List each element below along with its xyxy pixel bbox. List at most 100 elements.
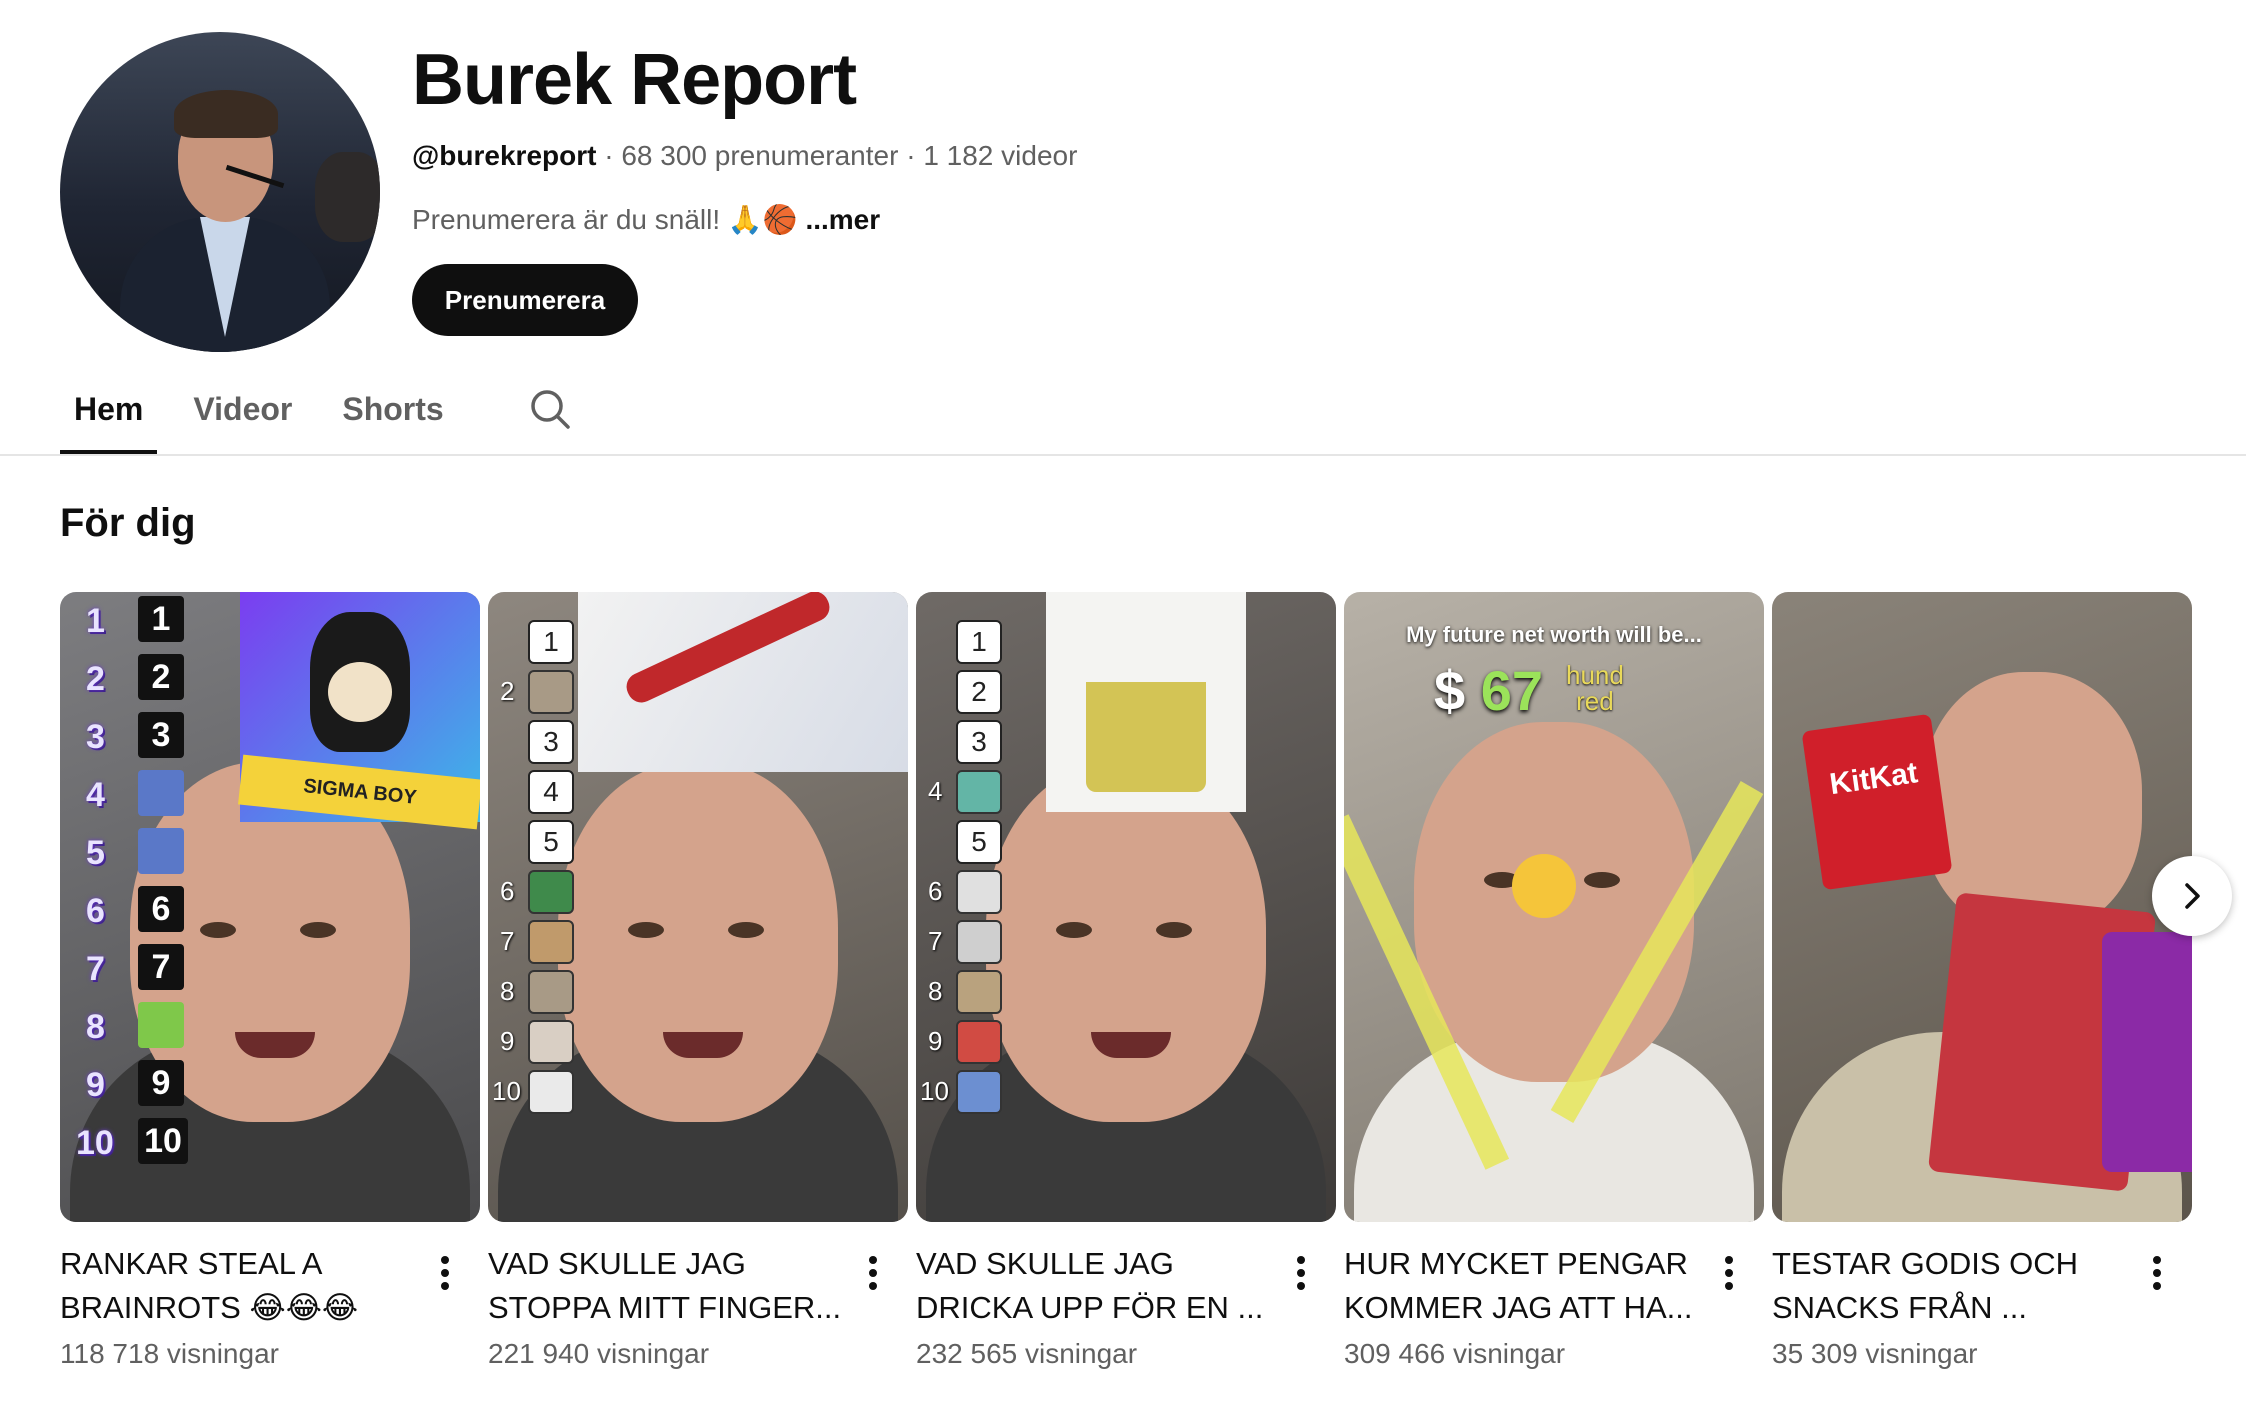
rank-box: 9 (138, 1060, 184, 1106)
cup-liquid (1086, 682, 1206, 792)
short-thumbnail[interactable]: 1 2 3 4 5 6 7 8 9 10 (916, 592, 1336, 1222)
short-title[interactable]: VAD SKULLE JAG DRICKA UPP FÖR EN ... (916, 1242, 1276, 1330)
short-title[interactable]: VAD SKULLE JAG STOPPA MITT FINGER... (488, 1242, 848, 1330)
short-thumbnail[interactable]: SIGMA BOY 1 2 3 4 5 6 7 8 9 10 1 2 3 6 7 (60, 592, 480, 1222)
short-info: TESTAR GODIS OCH SNACKS FRÅN ... 35 309 … (1772, 1242, 2192, 1372)
clamp-tool (621, 592, 835, 708)
more-vert-icon[interactable] (2142, 1248, 2172, 1298)
snack-bag (2102, 932, 2192, 1172)
thumb-eye (628, 922, 664, 938)
short-views: 232 565 visningar (916, 1338, 1138, 1369)
rank-box: 10 (138, 1118, 188, 1164)
short-title[interactable]: TESTAR GODIS OCH SNACKS FRÅN ... (1772, 1242, 2132, 1330)
tab-home[interactable]: Hem (60, 380, 158, 454)
rank-box: 3 (528, 720, 574, 764)
short-card[interactable]: SIGMA BOY 1 2 3 4 5 6 7 8 9 10 1 2 3 6 7 (60, 592, 480, 1372)
rank-image (528, 1070, 574, 1114)
thumb-unit-bottom: red (1576, 686, 1614, 716)
meta-separator: · (596, 140, 622, 171)
rank-image (956, 770, 1002, 814)
more-vert-icon[interactable] (858, 1248, 888, 1298)
thumb-eye (1156, 922, 1192, 938)
thumb-eye (1056, 922, 1092, 938)
subscribe-button[interactable]: Prenumerera (412, 264, 638, 336)
rank-number: 7 (928, 926, 943, 956)
rank-image (956, 1070, 1002, 1114)
short-info: VAD SKULLE JAG STOPPA MITT FINGER... 221… (488, 1242, 908, 1372)
rank-box: 4 (528, 770, 574, 814)
rank-box: 3 (138, 712, 184, 758)
short-title[interactable]: HUR MYCKET PENGAR KOMMER JAG ATT HA... (1344, 1242, 1704, 1330)
more-vert-icon[interactable] (1714, 1248, 1744, 1298)
channel-handle: @burekreport (412, 140, 597, 171)
thumb-face (558, 762, 838, 1122)
short-card[interactable]: KitKat TESTAR GODIS OCH SNACKS FRÅN ... … (1772, 592, 2192, 1372)
rank-image (956, 870, 1002, 914)
rank-image (528, 920, 574, 964)
sigma-banner: SIGMA BOY (238, 754, 480, 830)
rank-image (528, 670, 574, 714)
more-vert-icon[interactable] (1286, 1248, 1316, 1298)
shelf-next-button[interactable] (2152, 856, 2232, 936)
rank-number: 1 (86, 602, 105, 640)
tab-shorts[interactable]: Shorts (328, 380, 457, 454)
tab-videos[interactable]: Videor (179, 380, 306, 454)
rank-number: 9 (500, 1026, 515, 1056)
section-title: För dig (60, 501, 196, 545)
meta-separator: · (898, 140, 924, 171)
rank-number: 8 (928, 976, 943, 1006)
search-icon[interactable] (520, 379, 580, 439)
thumb-face (986, 762, 1266, 1122)
short-card[interactable]: 1 2 3 4 5 6 7 8 9 10 VAD SKULLE JAG STOP… (488, 592, 908, 1372)
short-thumbnail[interactable]: 1 2 3 4 5 6 7 8 9 10 (488, 592, 908, 1222)
rank-image (528, 970, 574, 1014)
short-thumbnail[interactable]: KitKat (1772, 592, 2192, 1222)
rank-image (528, 870, 574, 914)
rank-image (528, 1020, 574, 1064)
thumb-eye (300, 922, 336, 938)
thumb-eye (728, 922, 764, 938)
rank-number: 10 (920, 1076, 949, 1106)
short-thumbnail[interactable]: My future net worth will be... $ 67 hund… (1344, 592, 1764, 1222)
short-views: 221 940 visningar (488, 1338, 710, 1369)
short-card[interactable]: My future net worth will be... $ 67 hund… (1344, 592, 1764, 1372)
rank-image (956, 920, 1002, 964)
rank-number: 8 (500, 976, 515, 1006)
cup-image (1046, 592, 1246, 812)
thumb-unit-top: hund (1566, 660, 1624, 690)
short-card[interactable]: 1 2 3 4 5 6 7 8 9 10 VAD SKULLE JAG DRIC… (916, 592, 1336, 1372)
rank-number: 2 (86, 660, 105, 698)
rank-box: 1 (956, 620, 1002, 664)
rank-image (956, 1020, 1002, 1064)
rank-number: 7 (500, 926, 515, 956)
channel-name: Burek Report (412, 40, 857, 120)
kitkat-brand: KitKat (1827, 756, 1920, 802)
short-title[interactable]: RANKAR STEAL A BRAINROTS 😂😂😂 (60, 1242, 420, 1330)
rank-number: 6 (500, 876, 515, 906)
rank-number: 10 (76, 1124, 114, 1162)
subscriber-count: 68 300 prenumeranter (621, 140, 899, 171)
description-more-link[interactable]: ...mer (805, 204, 880, 235)
thumb-currency: $ (1434, 659, 1466, 722)
rank-image (138, 828, 184, 874)
rank-box: 1 (528, 620, 574, 664)
rank-number: 7 (86, 950, 105, 988)
thumb-eye (1584, 872, 1620, 888)
rank-number: 6 (928, 876, 943, 906)
rank-box: 2 (138, 654, 184, 700)
channel-description[interactable]: Prenumerera är du snäll! 🙏🏀 ...mer (412, 202, 880, 238)
thumb-amount-value: 67 (1480, 659, 1544, 722)
avatar-background-person (315, 152, 380, 242)
rank-number: 2 (500, 676, 515, 706)
rank-number: 4 (928, 776, 943, 806)
short-views: 309 466 visningar (1344, 1338, 1566, 1369)
channel-avatar[interactable] (60, 32, 380, 352)
more-vert-icon[interactable] (430, 1248, 460, 1298)
thumb-face (1922, 672, 2142, 932)
rank-number: 5 (86, 834, 105, 872)
rank-box: 5 (528, 820, 574, 864)
tabs-divider (0, 454, 2246, 456)
rank-image (138, 1002, 184, 1048)
thumb-eye (200, 922, 236, 938)
money-mouth-emoji (1512, 854, 1576, 918)
